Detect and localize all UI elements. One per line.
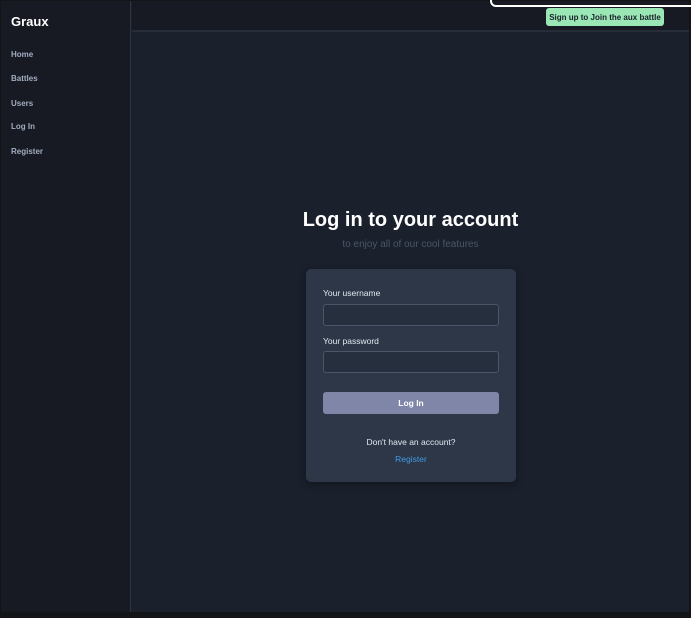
register-link[interactable]: Register (306, 454, 516, 464)
sidebar-item-register[interactable]: Register (11, 147, 43, 156)
password-input[interactable] (323, 351, 499, 373)
page-title: Log in to your account (302, 209, 519, 231)
sidebar: Graux Home Battles Users Log In Register (1, 1, 131, 612)
no-account-text: Don't have an account? (366, 437, 456, 447)
username-label: Your username (323, 288, 381, 298)
app-window: Graux Home Battles Users Log In Register… (1, 0, 691, 612)
sidebar-item-log-in[interactable]: Log In (11, 122, 35, 131)
password-label: Your password (323, 336, 379, 346)
username-input[interactable] (323, 304, 499, 326)
sidebar-item-home[interactable]: Home (11, 50, 33, 59)
sidebar-item-battles[interactable]: Battles (11, 74, 38, 83)
page-subtitle: to enjoy all of our cool features (342, 239, 479, 250)
brand-logo[interactable]: Graux (11, 14, 49, 29)
login-button[interactable]: Log In (323, 392, 499, 414)
signup-cta-button[interactable]: Sign up to Join the aux battle (546, 8, 664, 26)
top-bar: Sign up to Join the aux battle (132, 0, 691, 32)
sidebar-item-users[interactable]: Users (11, 99, 33, 108)
login-card: Your username Your password Log In Don't… (306, 269, 516, 482)
top-outline-box (490, 0, 691, 7)
